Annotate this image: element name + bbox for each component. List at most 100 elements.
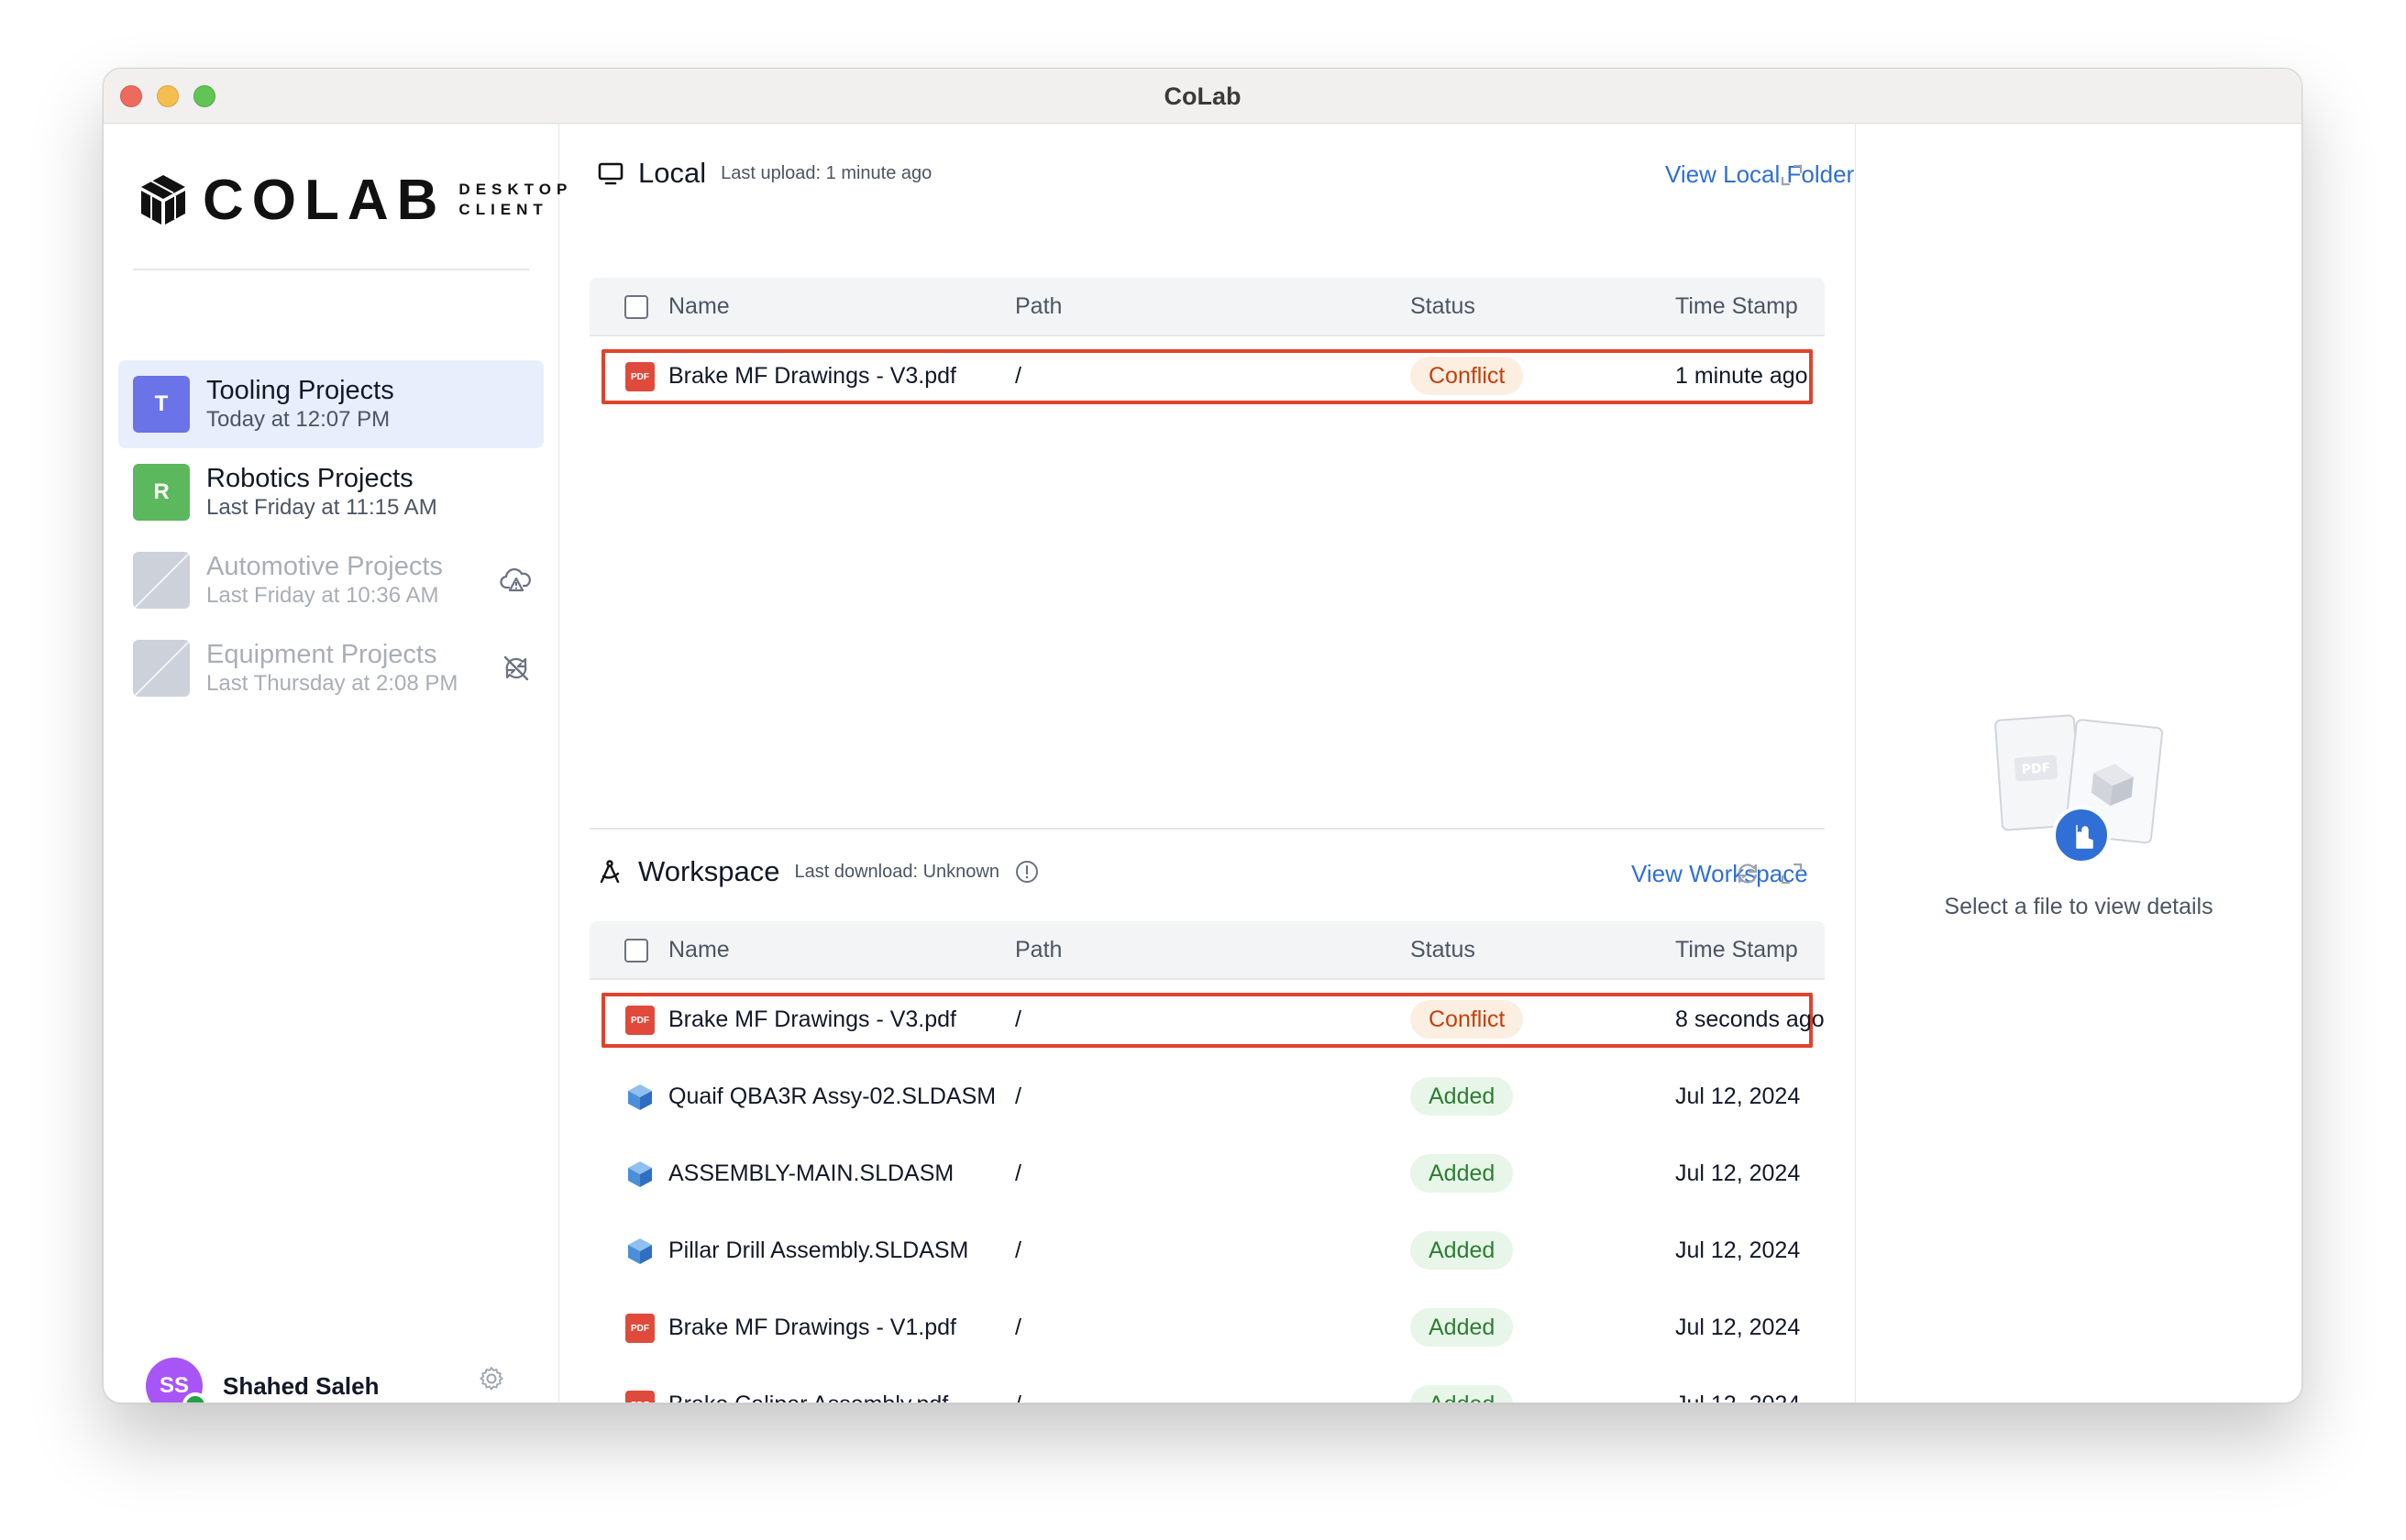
pdf-icon-label: PDF	[625, 1314, 655, 1343]
table-row[interactable]: PDF Brake MF Drawings - V3.pdf / Conflic…	[590, 982, 1825, 1059]
column-status[interactable]: Status	[1410, 937, 1475, 963]
brand-subtitle: DESKTOP CLIENT	[458, 180, 572, 220]
main-panel: Local Last upload: 1 minute ago View Loc…	[559, 124, 1855, 1402]
pdf-icon-label: PDF	[625, 1391, 655, 1402]
expand-icon[interactable]	[1779, 162, 1804, 188]
column-timestamp[interactable]: Time Stamp	[1675, 937, 1798, 963]
title-bar: CoLab	[104, 69, 2301, 124]
colab-logo: COLAB DESKTOP CLIENT	[138, 168, 572, 232]
refresh-icon[interactable]	[1735, 861, 1760, 886]
avatar-initials: SS	[159, 1373, 189, 1398]
pdf-file-icon: PDF	[625, 1391, 655, 1402]
select-all-checkbox[interactable]	[624, 295, 648, 319]
file-name: ASSEMBLY-MAIN.SLDASM	[668, 1160, 955, 1186]
cube-logo-icon	[141, 175, 185, 225]
window-title: CoLab	[1164, 82, 1242, 110]
column-path[interactable]: Path	[1015, 937, 1062, 963]
file-name: Brake MF Drawings - V3.pdf	[668, 363, 956, 389]
user-name: Shahed Saleh	[223, 1371, 380, 1400]
brand-subtitle-line2: CLIENT	[458, 201, 548, 218]
select-file-illustration-icon: PDF	[1994, 714, 2164, 864]
project-avatar: T	[133, 376, 190, 433]
file-path: /	[1015, 1160, 1021, 1186]
file-name: Quaif QBA3R Assy-02.SLDASM	[668, 1084, 994, 1109]
details-panel: PDF Select a file to view details	[1855, 124, 2301, 1402]
pdf-file-icon: PDF	[625, 362, 655, 391]
file-path: /	[1015, 1238, 1021, 1263]
app-window: CoLab COLAB DESKTOP CLIENT T Tooling Pro…	[103, 68, 2302, 1403]
project-item-tooling[interactable]: T Tooling Projects Today at 12:07 PM	[118, 360, 544, 448]
project-time: Last Friday at 11:15 AM	[206, 495, 437, 520]
column-name[interactable]: Name	[668, 937, 730, 963]
file-path: /	[1015, 1392, 1021, 1402]
file-timestamp: Jul 12, 2024	[1675, 1160, 1801, 1186]
gear-icon[interactable]	[478, 1365, 505, 1392]
local-section-header: Local Last upload: 1 minute ago	[598, 151, 932, 195]
project-avatar-placeholder	[133, 640, 190, 697]
file-timestamp: 8 seconds ago	[1675, 1006, 1825, 1032]
workspace-subtitle: Last download: Unknown	[794, 861, 999, 882]
column-path[interactable]: Path	[1015, 293, 1062, 320]
local-title: Local	[638, 157, 707, 189]
sidebar-divider	[133, 269, 529, 270]
project-name: Equipment Projects	[206, 640, 437, 669]
project-name: Robotics Projects	[206, 464, 414, 493]
status-badge: Conflict	[1410, 357, 1524, 395]
project-name: Automotive Projects	[206, 552, 443, 581]
pdf-icon-label: PDF	[625, 362, 655, 391]
monitor-icon	[598, 162, 624, 185]
project-avatar: R	[133, 464, 190, 521]
table-row[interactable]: PDF Brake MF Drawings - V1.pdf / Added J…	[590, 1290, 1825, 1367]
file-timestamp: Jul 12, 2024	[1675, 1238, 1801, 1263]
project-item-automotive[interactable]: Automotive Projects Last Friday at 10:36…	[118, 536, 544, 624]
cad-assembly-icon	[628, 1161, 652, 1187]
file-name: Pillar Drill Assembly.SLDASM	[668, 1238, 969, 1263]
column-status[interactable]: Status	[1410, 293, 1475, 320]
expand-icon[interactable]	[1779, 861, 1804, 886]
project-time: Last Thursday at 2:08 PM	[206, 671, 458, 696]
file-path: /	[1015, 363, 1021, 389]
status-badge: Added	[1410, 1308, 1514, 1347]
file-path: /	[1015, 1006, 1021, 1032]
project-item-robotics[interactable]: R Robotics Projects Last Friday at 11:15…	[118, 448, 544, 536]
svg-text:PDF: PDF	[2021, 761, 2050, 777]
table-row[interactable]: Quaif QBA3R Assy-02.SLDASM / Added Jul 1…	[590, 1059, 1825, 1136]
compass-icon	[600, 860, 620, 884]
file-path: /	[1015, 1084, 1021, 1109]
select-all-checkbox[interactable]	[624, 939, 648, 962]
project-avatar-placeholder	[133, 552, 190, 609]
pdf-file-icon: PDF	[625, 1006, 655, 1035]
table-row[interactable]: PDF Brake Caliper Assembly.pdf / Added J…	[590, 1367, 1825, 1402]
user-profile[interactable]: SS Shahed Saleh	[146, 1358, 380, 1402]
cad-assembly-icon	[628, 1238, 652, 1264]
details-empty-text: Select a file to view details	[1944, 894, 2213, 919]
local-table-header: Name Path Status Time Stamp	[590, 278, 1825, 336]
info-icon[interactable]	[1014, 859, 1040, 885]
view-local-folder-link[interactable]: View Local Folder	[1665, 160, 1854, 189]
table-row[interactable]: ASSEMBLY-MAIN.SLDASM / Added Jul 12, 202…	[590, 1136, 1825, 1213]
column-timestamp[interactable]: Time Stamp	[1675, 293, 1798, 320]
local-subtitle: Last upload: 1 minute ago	[721, 162, 933, 183]
file-name: Brake MF Drawings - V1.pdf	[668, 1314, 956, 1340]
file-timestamp: Jul 12, 2024	[1675, 1084, 1801, 1109]
status-badge: Added	[1410, 1077, 1514, 1116]
project-item-equipment[interactable]: Equipment Projects Last Thursday at 2:08…	[118, 624, 544, 712]
workspace-section-header: Workspace Last download: Unknown	[598, 850, 1040, 894]
table-row[interactable]: PDF Brake MF Drawings - V3.pdf / Conflic…	[590, 338, 1825, 415]
project-name: Tooling Projects	[206, 376, 394, 405]
status-badge: Added	[1410, 1385, 1514, 1402]
workspace-table-header: Name Path Status Time Stamp	[590, 921, 1825, 980]
column-name[interactable]: Name	[668, 293, 730, 320]
avatar: SS	[146, 1358, 208, 1402]
file-timestamp: Jul 12, 2024	[1675, 1314, 1801, 1340]
pdf-icon-label: PDF	[625, 1006, 655, 1035]
file-timestamp: Jul 12, 2024	[1675, 1392, 1800, 1402]
file-name: Brake Caliper Assembly.pdf	[668, 1392, 994, 1402]
status-badge: Added	[1410, 1231, 1514, 1270]
cad-assembly-icon	[628, 1084, 652, 1110]
file-path: /	[1015, 1314, 1021, 1340]
project-time: Today at 12:07 PM	[206, 407, 391, 432]
sync-off-icon[interactable]	[500, 652, 533, 685]
cloud-warning-icon[interactable]	[500, 564, 533, 597]
table-row[interactable]: Pillar Drill Assembly.SLDASM / Added Jul…	[590, 1213, 1825, 1290]
